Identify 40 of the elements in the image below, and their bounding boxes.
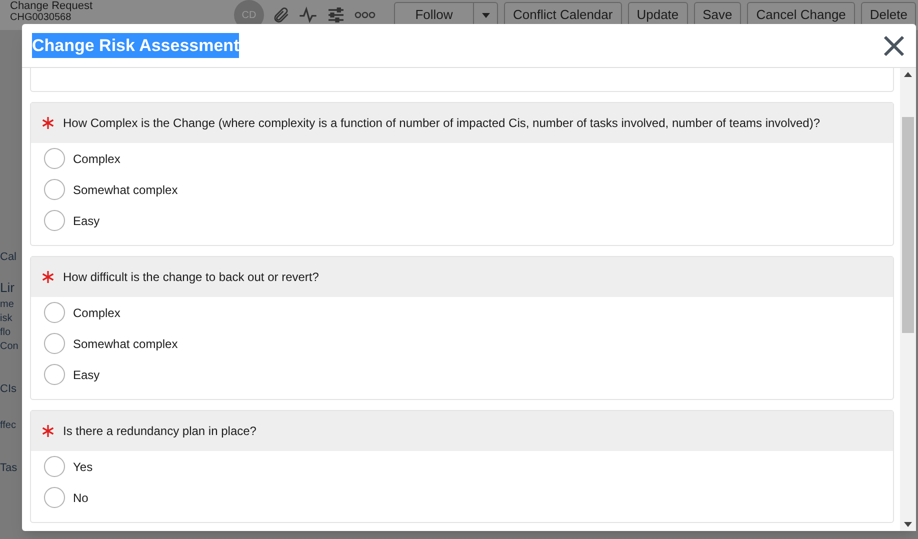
background-text: ffec [0, 421, 17, 431]
background-text: Con [0, 342, 20, 352]
radio-option[interactable]: No [44, 487, 88, 508]
dialog-title: Change Risk Assessment [32, 32, 240, 58]
background-text: flo [0, 328, 12, 338]
scroll-down-icon[interactable] [904, 522, 912, 527]
caret-icon [482, 12, 490, 18]
radio-button[interactable] [44, 333, 65, 354]
paperclip-icon[interactable] [272, 5, 290, 25]
radio-button[interactable] [44, 179, 65, 200]
radio-button[interactable] [44, 302, 65, 323]
radio-option[interactable]: Yes [44, 456, 93, 477]
scrollbar[interactable] [900, 68, 916, 531]
radio-option[interactable]: Easy [44, 364, 100, 385]
scroll-up-icon[interactable] [904, 72, 912, 77]
radio-button[interactable] [44, 487, 65, 508]
background-text: Cal [0, 252, 18, 263]
radio-option[interactable]: Complex [44, 302, 120, 323]
more-icon[interactable] [354, 11, 376, 19]
activity-icon[interactable] [298, 5, 318, 25]
record-number: CHG0030568 [10, 12, 72, 23]
question-text: How difficult is the change to back out or revert? [63, 269, 319, 286]
radio-button[interactable] [44, 456, 65, 477]
radio-button[interactable] [44, 148, 65, 169]
radio-button[interactable] [44, 364, 65, 385]
radio-option[interactable]: Somewhat complex [44, 179, 178, 200]
background-text: isk [0, 314, 14, 324]
radio-option[interactable]: Somewhat complex [44, 333, 178, 354]
record-type: Change Request [10, 1, 94, 12]
radio-button[interactable] [44, 210, 65, 231]
radio-option[interactable]: Complex [44, 148, 120, 169]
sliders-icon[interactable] [326, 5, 346, 25]
background-text: me [0, 300, 15, 310]
background-text: CIs [0, 384, 18, 395]
background-text: Tas [0, 463, 18, 474]
background-text: Lir [0, 281, 16, 294]
radio-option[interactable]: Easy [44, 210, 100, 231]
close-button[interactable] [882, 34, 906, 58]
question-text: How Complex is the Change (where complexity is a function of number of impacted Cis, number of tasks involved, number of teams involved)? [63, 115, 820, 132]
question-text: Is there a redundancy plan in place? [63, 423, 256, 440]
